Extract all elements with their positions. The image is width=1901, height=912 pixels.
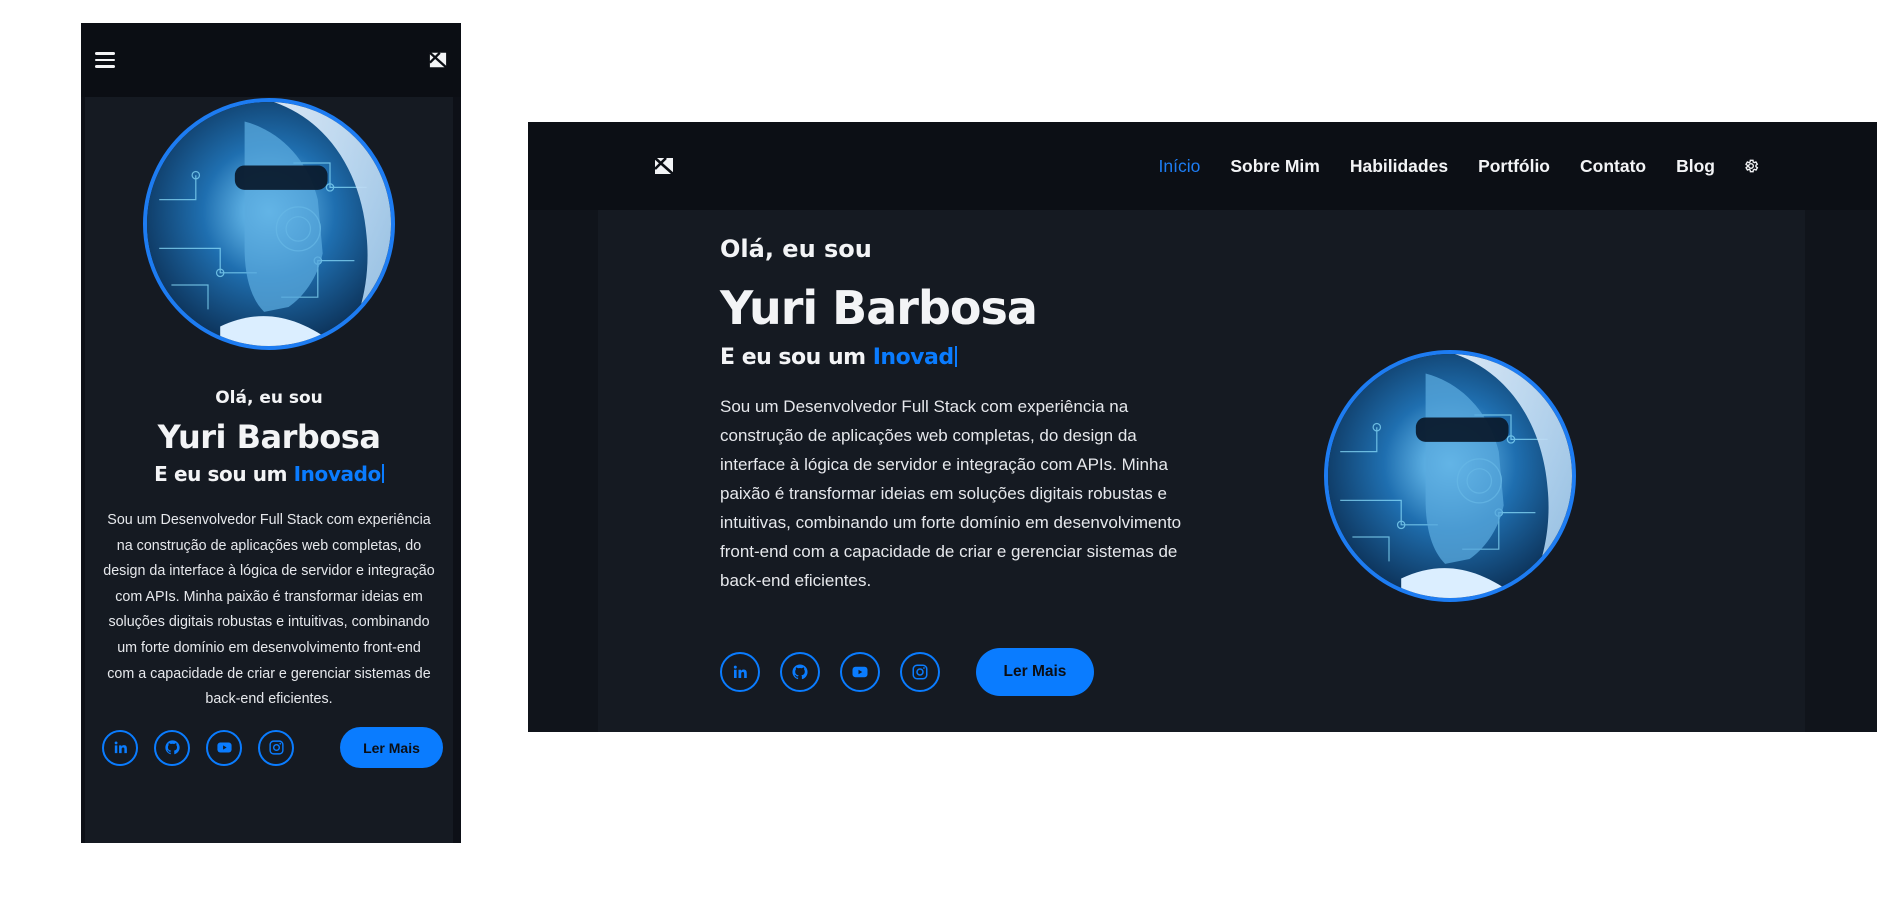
settings-gear-icon[interactable] bbox=[1743, 158, 1759, 174]
instagram-button[interactable] bbox=[900, 652, 940, 692]
youtube-button[interactable] bbox=[840, 652, 880, 692]
hero-role: E eu sou um Inovado bbox=[85, 462, 453, 486]
desktop-preview: Início Sobre Mim Habilidades Portfólio C… bbox=[528, 122, 1877, 732]
mobile-actions: Ler Mais bbox=[102, 727, 443, 768]
github-icon bbox=[164, 739, 181, 756]
linkedin-button[interactable] bbox=[102, 729, 138, 766]
hero-greeting: Olá, eu sou bbox=[720, 235, 872, 263]
linkedin-icon bbox=[112, 739, 129, 756]
hero-description: Sou um Desenvolvedor Full Stack com expe… bbox=[103, 512, 435, 708]
youtube-icon bbox=[851, 663, 869, 681]
nav-item-inicio[interactable]: Início bbox=[1159, 156, 1201, 177]
nav-item-sobre-mim[interactable]: Sobre Mim bbox=[1230, 156, 1319, 177]
mobile-header bbox=[81, 23, 461, 97]
role-prefix: E eu sou um bbox=[154, 462, 288, 486]
role-prefix: E eu sou um bbox=[720, 345, 866, 370]
typing-cursor bbox=[381, 464, 384, 484]
nav-item-blog[interactable]: Blog bbox=[1676, 156, 1715, 177]
logo-icon[interactable] bbox=[654, 156, 674, 176]
nav-item-contato[interactable]: Contato bbox=[1580, 156, 1646, 177]
typing-cursor bbox=[954, 345, 957, 367]
youtube-icon bbox=[216, 739, 233, 756]
hero-description: Sou um Desenvolvedor Full Stack com expe… bbox=[720, 397, 1182, 590]
role-typed-text: Inovad bbox=[872, 345, 954, 370]
instagram-button[interactable] bbox=[258, 729, 294, 766]
nav-item-portfolio[interactable]: Portfólio bbox=[1478, 156, 1550, 177]
hero-greeting: Olá, eu sou bbox=[215, 388, 323, 408]
desktop-actions: Ler Mais bbox=[720, 648, 1094, 696]
github-button[interactable] bbox=[154, 729, 190, 766]
hero-text: Olá, eu sou Yuri Barbosa E eu sou um Ino… bbox=[720, 235, 1200, 595]
hero-role: E eu sou um Inovad bbox=[720, 345, 1200, 370]
instagram-icon bbox=[268, 739, 285, 756]
hero-name: Yuri Barbosa bbox=[720, 281, 1038, 335]
linkedin-button[interactable] bbox=[720, 652, 760, 692]
desktop-header: Início Sobre Mim Habilidades Portfólio C… bbox=[528, 122, 1877, 210]
instagram-icon bbox=[911, 663, 929, 681]
hero-name: Yuri Barbosa bbox=[157, 418, 381, 456]
linkedin-icon bbox=[731, 663, 749, 681]
main-nav: Início Sobre Mim Habilidades Portfólio C… bbox=[1129, 156, 1759, 177]
mobile-preview: Olá, eu sou Yuri Barbosa E eu sou um Ino… bbox=[81, 23, 461, 843]
profile-avatar bbox=[1324, 350, 1576, 602]
logo-icon[interactable] bbox=[429, 51, 447, 69]
hamburger-menu-icon[interactable] bbox=[95, 52, 115, 68]
profile-avatar bbox=[143, 98, 395, 350]
youtube-button[interactable] bbox=[206, 729, 242, 766]
read-more-button[interactable]: Ler Mais bbox=[976, 648, 1094, 696]
read-more-button[interactable]: Ler Mais bbox=[340, 727, 443, 768]
role-typed-text: Inovado bbox=[293, 462, 382, 486]
nav-item-habilidades[interactable]: Habilidades bbox=[1350, 156, 1448, 177]
github-button[interactable] bbox=[780, 652, 820, 692]
desktop-hero: Olá, eu sou Yuri Barbosa E eu sou um Ino… bbox=[598, 210, 1805, 732]
github-icon bbox=[791, 663, 809, 681]
